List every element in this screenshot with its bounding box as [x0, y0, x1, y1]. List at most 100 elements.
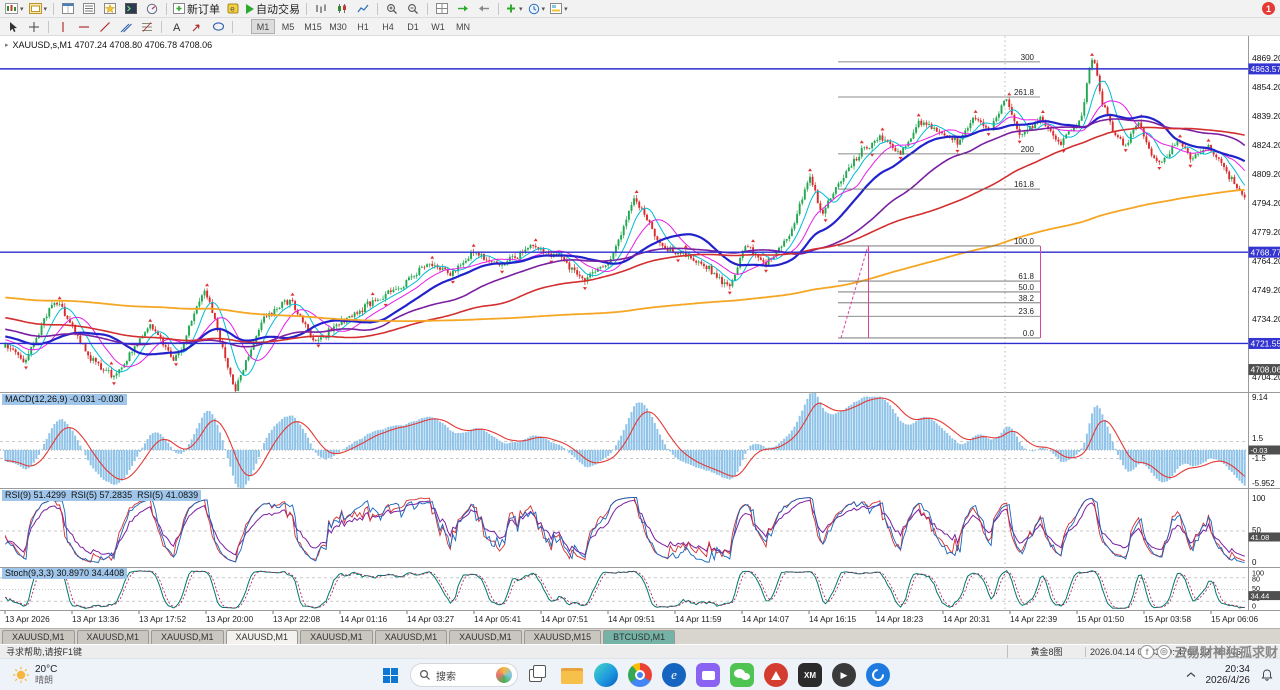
status-profile[interactable]: 黄金8图: [1007, 645, 1085, 658]
time-axis-label: 14 Apr 03:27: [407, 614, 454, 624]
search-icon: [419, 669, 431, 681]
toolbar-separator: [48, 21, 49, 33]
autotrading-button[interactable]: 自动交易: [244, 1, 302, 17]
flame-icon: [764, 663, 788, 687]
file-explorer-button[interactable]: [558, 661, 586, 689]
chart-shift-button[interactable]: [474, 1, 494, 17]
price-line-label: 4768.77: [1251, 247, 1280, 257]
trendline-tool-button[interactable]: [95, 19, 115, 35]
xm-app-button[interactable]: XM: [796, 661, 824, 689]
tray-expand-icon[interactable]: [1186, 671, 1196, 679]
wechat-button[interactable]: [728, 661, 756, 689]
start-button[interactable]: [376, 661, 404, 689]
toolbar-separator: [306, 3, 307, 15]
stoch-current-label: 34.44: [1251, 591, 1270, 600]
browser-360-button[interactable]: [864, 661, 892, 689]
browser-e-button[interactable]: e: [660, 661, 688, 689]
time-axis-label: 14 Apr 01:16: [340, 614, 387, 624]
notifications-bell-icon[interactable]: [1260, 668, 1274, 682]
chart-canvas[interactable]: 0.023.638.250.061.8100.0161.8200261.8300…: [0, 36, 1280, 628]
media-player-button[interactable]: ▶: [830, 661, 858, 689]
search-box[interactable]: 搜索: [410, 663, 518, 687]
timeframe-button-m15[interactable]: M15: [301, 19, 325, 34]
horizontal-line-tool-button[interactable]: [74, 19, 94, 35]
time-axis-label: 13 Apr 20:00: [206, 614, 253, 624]
timeframe-button-w1[interactable]: W1: [426, 19, 450, 34]
line-chart-mode-button[interactable]: [353, 1, 373, 17]
chart-tab-5[interactable]: XAUUSD,M1: [375, 630, 448, 644]
shapes-tool-button[interactable]: [208, 19, 228, 35]
tv-icon: [696, 663, 720, 687]
fibonacci-tool-button[interactable]: [137, 19, 157, 35]
chart-tab-0[interactable]: XAUUSD,M1: [2, 630, 75, 644]
periods-button[interactable]: ▾: [526, 1, 548, 17]
new-chart-button[interactable]: ▾: [3, 1, 26, 17]
windows-taskbar: 20°C 晴朗 搜索 e XM ▶ 20:3: [0, 658, 1280, 690]
task-view-button[interactable]: [524, 661, 552, 689]
timeframe-button-m1[interactable]: M1: [251, 19, 275, 34]
timeframe-button-m30[interactable]: M30: [326, 19, 350, 34]
chrome-button[interactable]: [626, 661, 654, 689]
toolbar-separator: [53, 3, 54, 15]
candlestick-mode-button[interactable]: [332, 1, 352, 17]
text-tool-button[interactable]: A: [166, 19, 186, 35]
chart-tab-8[interactable]: BTCUSD,M1: [603, 630, 675, 644]
chrome-icon: [628, 663, 652, 687]
metaeditor-button[interactable]: e: [223, 1, 243, 17]
chevron-down-icon: ▾: [44, 5, 48, 13]
cursor-tool-button[interactable]: [3, 19, 23, 35]
price-tick-label: 4809.20: [1252, 169, 1280, 179]
timeframe-button-d1[interactable]: D1: [401, 19, 425, 34]
toolbar-separator: [377, 3, 378, 15]
timeframe-button-h4[interactable]: H4: [376, 19, 400, 34]
timeframe-button-m5[interactable]: M5: [276, 19, 300, 34]
arrow-tool-button[interactable]: [187, 19, 207, 35]
chart-tabs-bar: XAUUSD,M1XAUUSD,M1XAUUSD,M1XAUUSD,M1XAUU…: [0, 628, 1280, 644]
profiles-button[interactable]: ▾: [27, 1, 50, 17]
search-highlight-icon[interactable]: [496, 667, 512, 683]
chart-tab-4[interactable]: XAUUSD,M1: [300, 630, 373, 644]
vertical-line-tool-button[interactable]: [53, 19, 73, 35]
data-window-button[interactable]: [79, 1, 99, 17]
edge-button[interactable]: [592, 661, 620, 689]
navigator-button[interactable]: [100, 1, 120, 17]
timeframe-button-mn[interactable]: MN: [451, 19, 475, 34]
bar-chart-mode-button[interactable]: [311, 1, 331, 17]
market-watch-button[interactable]: [58, 1, 78, 17]
wechat-icon: [730, 663, 754, 687]
weather-widget[interactable]: 20°C 晴朗: [6, 659, 63, 690]
netease-button[interactable]: [762, 661, 790, 689]
macd-label[interactable]: MACD(12,26,9) -0.031 -0.030: [2, 394, 127, 405]
zoom-out-button[interactable]: [403, 1, 423, 17]
tile-windows-button[interactable]: [432, 1, 452, 17]
rsi-current-label: 41.08: [1251, 533, 1270, 542]
strategy-tester-button[interactable]: [142, 1, 162, 17]
new-order-label: 新订单: [187, 1, 220, 17]
crosshair-tool-button[interactable]: [24, 19, 44, 35]
fib-level-label: 300: [1021, 53, 1035, 62]
chart-tab-3[interactable]: XAUUSD,M1: [226, 630, 299, 644]
sun-icon: [12, 666, 30, 684]
indicators-button[interactable]: ▾: [503, 1, 525, 17]
chart-tab-1[interactable]: XAUUSD,M1: [77, 630, 150, 644]
new-order-button[interactable]: 新订单: [171, 1, 222, 17]
templates-button[interactable]: ▾: [548, 1, 570, 17]
symbol-info: ▸XAUUSD,s,M1 4707.24 4708.80 4706.78 470…: [5, 40, 212, 50]
auto-scroll-button[interactable]: [453, 1, 473, 17]
zoom-in-button[interactable]: [382, 1, 402, 17]
chart-tab-6[interactable]: XAUUSD,M1: [449, 630, 522, 644]
chart-tab-7[interactable]: XAUUSD,M15: [524, 630, 602, 644]
timeframe-button-h1[interactable]: H1: [351, 19, 375, 34]
video-app-button[interactable]: [694, 661, 722, 689]
stoch-layer: [0, 571, 1248, 609]
chevron-down-icon: ▾: [519, 5, 523, 13]
one-click-trading-icon[interactable]: ▸: [5, 41, 9, 49]
channel-tool-button[interactable]: [116, 19, 136, 35]
rsi-label[interactable]: RSI(9) 51.4299 RSI(5) 57.2835 RSI(5) 41.…: [2, 490, 201, 501]
taskbar-clock[interactable]: 20:34 2026/4/26: [1206, 664, 1251, 686]
chart-tab-2[interactable]: XAUUSD,M1: [151, 630, 224, 644]
notification-badge[interactable]: 1: [1262, 2, 1275, 15]
terminal-button[interactable]: [121, 1, 141, 17]
macd-scale-label: 1.5: [1252, 434, 1264, 443]
stoch-label[interactable]: Stoch(9,3,3) 30.8970 34.4408: [2, 568, 127, 579]
